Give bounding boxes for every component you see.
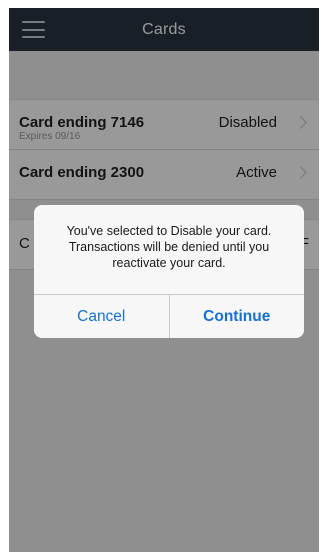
app-screen: Cards Card ending 7146 Expires 09/16 Dis… — [9, 8, 319, 552]
cancel-button[interactable]: Cancel — [34, 295, 170, 338]
alert-buttons: Cancel Continue — [34, 294, 304, 338]
disable-card-alert: You've selected to Disable your card. Tr… — [34, 205, 304, 338]
continue-button[interactable]: Continue — [170, 295, 305, 338]
alert-message: You've selected to Disable your card. Tr… — [66, 224, 272, 270]
